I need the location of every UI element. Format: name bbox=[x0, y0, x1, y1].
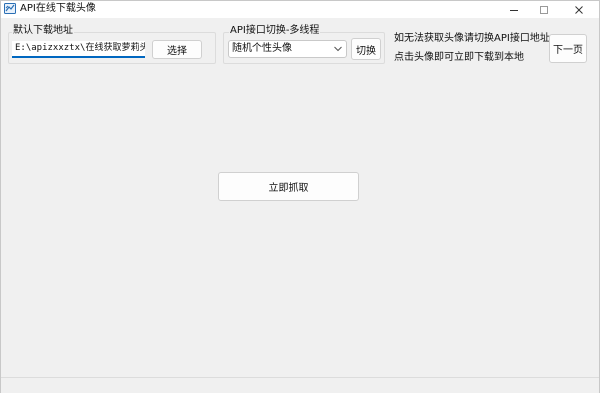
maximize-icon bbox=[540, 5, 548, 14]
switch-api-button[interactable]: 切换 bbox=[351, 38, 381, 60]
fetch-now-button[interactable]: 立即抓取 bbox=[218, 172, 359, 201]
title-bar[interactable]: API在线下载头像 bbox=[1, 1, 599, 18]
api-switch-label: API接口切换-多线程 bbox=[229, 25, 321, 37]
minimize-icon bbox=[510, 9, 518, 11]
app-window: API在线下载头像 默认下载地址 E:\apizxxztx\在线获取萝莉头像 选… bbox=[0, 0, 600, 393]
download-path-label: 默认下载地址 bbox=[12, 25, 74, 37]
next-page-button[interactable]: 下一页 bbox=[549, 34, 587, 63]
app-icon bbox=[4, 3, 16, 14]
window-title: API在线下载头像 bbox=[20, 3, 96, 14]
api-select-value: 随机个性头像 bbox=[232, 43, 292, 54]
close-icon bbox=[575, 5, 583, 14]
minimize-button[interactable] bbox=[498, 1, 530, 18]
api-select[interactable]: 随机个性头像 bbox=[228, 40, 347, 58]
download-path-input[interactable]: E:\apizxxztx\在线获取萝莉头像 bbox=[12, 41, 145, 58]
close-button[interactable] bbox=[563, 1, 595, 18]
maximize-button[interactable] bbox=[528, 1, 560, 18]
chevron-down-icon bbox=[334, 46, 342, 52]
info-text-api: 如无法获取头像请切换API接口地址 bbox=[394, 33, 550, 44]
info-text-download: 点击头像即可立即下载到本地 bbox=[394, 52, 524, 63]
status-bar bbox=[1, 377, 599, 393]
select-folder-button[interactable]: 选择 bbox=[152, 40, 202, 59]
